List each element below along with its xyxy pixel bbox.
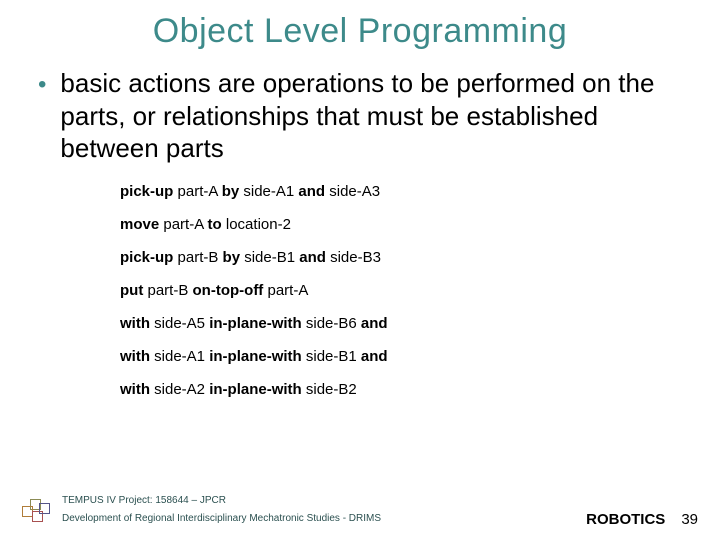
code-line-1: pick-up part-A by side-A1 and side-A3 bbox=[120, 183, 720, 200]
footer-line-1: TEMPUS IV Project: 158644 – JPCR bbox=[62, 492, 381, 510]
bullet-marker: • bbox=[38, 71, 46, 100]
footer-line-2: Development of Regional Interdisciplinar… bbox=[62, 510, 381, 528]
footer-project-text: TEMPUS IV Project: 158644 – JPCR Develop… bbox=[62, 492, 381, 528]
bullet-text: basic actions are operations to be perfo… bbox=[60, 67, 682, 165]
bullet-section: • basic actions are operations to be per… bbox=[0, 59, 720, 165]
logo-icon bbox=[22, 497, 52, 523]
code-line-5: with side-A5 in-plane-with side-B6 and bbox=[120, 315, 720, 332]
code-line-6: with side-A1 in-plane-with side-B1 and bbox=[120, 348, 720, 365]
footer-label: ROBOTICS bbox=[586, 511, 665, 528]
slide-title: Object Level Programming bbox=[0, 0, 720, 59]
code-line-3: pick-up part-B by side-B1 and side-B3 bbox=[120, 249, 720, 266]
code-line-2: move part-A to location-2 bbox=[120, 216, 720, 233]
footer-right: ROBOTICS 39 bbox=[586, 511, 698, 528]
code-list: pick-up part-A by side-A1 and side-A3 mo… bbox=[120, 183, 720, 398]
bullet-item: • basic actions are operations to be per… bbox=[38, 67, 682, 165]
footer: TEMPUS IV Project: 158644 – JPCR Develop… bbox=[0, 492, 720, 528]
code-line-4: put part-B on-top-off part-A bbox=[120, 282, 720, 299]
footer-left: TEMPUS IV Project: 158644 – JPCR Develop… bbox=[22, 492, 381, 528]
code-line-7: with side-A2 in-plane-with side-B2 bbox=[120, 381, 720, 398]
page-number: 39 bbox=[681, 511, 698, 528]
